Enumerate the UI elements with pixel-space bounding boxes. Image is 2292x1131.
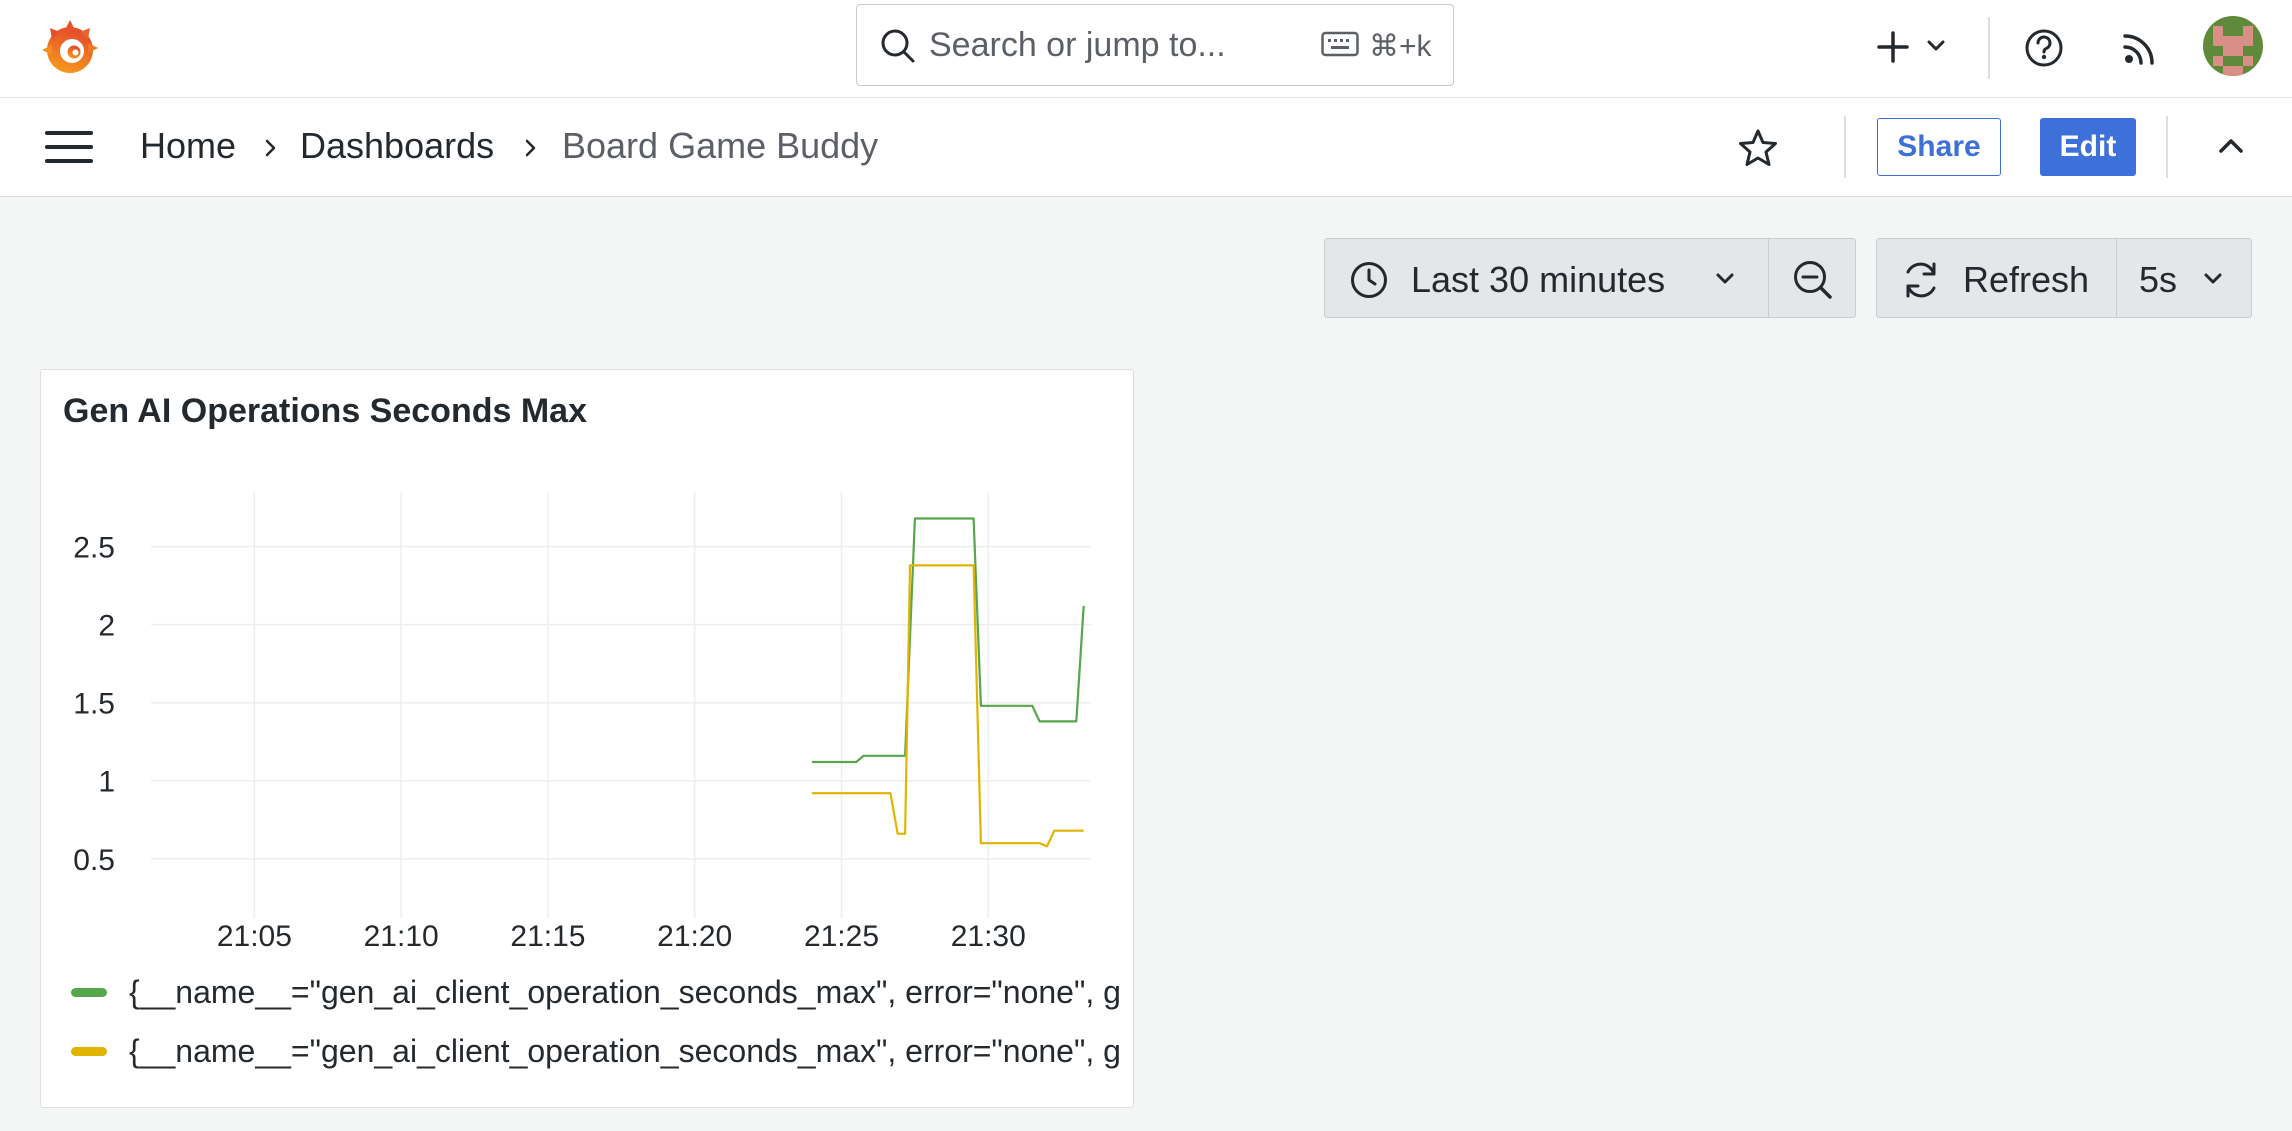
dashboard-nav-bar: Home Dashboards Board Game Buddy Share E…: [0, 98, 2292, 197]
legend-label: {__name__="gen_ai_client_operation_secon…: [129, 974, 1121, 1010]
x-tick-label: 21:05: [217, 920, 292, 953]
y-tick-label: 2: [98, 610, 115, 643]
breadcrumb-current-dashboard: Board Game Buddy: [562, 125, 879, 166]
y-tick-label: 0.5: [73, 844, 115, 877]
x-tick-label: 21:20: [657, 920, 732, 953]
y-tick-label: 1.5: [73, 688, 115, 721]
chevron-up-icon[interactable]: [2216, 134, 2246, 158]
keyboard-icon: [1321, 31, 1359, 57]
y-tick-label: 2.5: [73, 532, 115, 565]
search-placeholder: Search or jump to...: [929, 26, 1226, 64]
timeseries-panel[interactable]: Gen AI Operations Seconds Max 21:05 21:10…: [40, 369, 1134, 1108]
legend-swatch: [71, 988, 107, 997]
search-bar[interactable]: Search or jump to... ⌘+k: [856, 4, 1454, 86]
timeseries-chart[interactable]: 21:05 21:10 21:15 21:20 21:25 21:30 0.5 1 1.5 2 2.…: [41, 370, 1134, 1050]
star-favorite-icon[interactable]: [1738, 128, 1778, 168]
share-button[interactable]: Share: [1877, 118, 2001, 176]
y-tick-label: 1: [98, 766, 115, 799]
series-line: [812, 564, 1084, 848]
help-icon[interactable]: [2023, 27, 2065, 69]
legend-swatch: [71, 1047, 107, 1056]
divider: [1988, 17, 1990, 79]
chevron-down-icon[interactable]: [1924, 36, 1948, 56]
refresh-label: Refresh: [1963, 259, 2090, 300]
x-tick-label: 21:15: [510, 920, 585, 953]
menu-icon[interactable]: [44, 129, 94, 165]
x-tick-label: 21:30: [951, 920, 1026, 953]
user-avatar[interactable]: [2203, 16, 2263, 76]
clock-icon: [1351, 262, 1387, 298]
divider: [1844, 116, 1846, 178]
breadcrumb-home[interactable]: Home: [140, 125, 236, 167]
chevron-down-icon: [1716, 273, 1734, 284]
add-new-plus-icon[interactable]: [1874, 28, 1912, 66]
x-tick-label: 21:25: [804, 920, 879, 953]
refresh-interval-label: 5s: [2139, 259, 2178, 300]
chevron-down-icon: [2204, 273, 2222, 284]
search-icon: [879, 27, 917, 65]
chevron-right-icon: [260, 136, 280, 160]
time-range-label: Last 30 minutes: [1411, 259, 1666, 300]
search-shortcut: ⌘+k: [1369, 30, 1432, 63]
series-line: [812, 517, 1085, 764]
refresh-button[interactable]: Refresh: [1876, 238, 2118, 318]
rss-news-icon[interactable]: [2120, 28, 2160, 68]
legend-item[interactable]: {__name__="gen_ai_client_operation_secon…: [71, 974, 1131, 1014]
legend-label: {__name__="gen_ai_client_operation_secon…: [129, 1033, 1121, 1069]
legend-item[interactable]: {__name__="gen_ai_client_operation_secon…: [71, 1033, 1131, 1073]
divider: [2166, 116, 2168, 178]
top-bar: Search or jump to... ⌘+k: [0, 0, 2292, 98]
time-range-picker[interactable]: Last 30 minutes: [1324, 238, 1770, 318]
refresh-interval-picker[interactable]: 5s: [2116, 238, 2252, 318]
refresh-icon: [1906, 262, 1936, 298]
grafana-logo-icon[interactable]: [38, 16, 102, 80]
chevron-right-icon: [520, 136, 540, 160]
breadcrumb-dashboards[interactable]: Dashboards: [300, 125, 494, 167]
zoom-out-icon: [1794, 261, 1832, 299]
edit-button[interactable]: Edit: [2040, 118, 2136, 176]
zoom-out-button[interactable]: [1768, 238, 1856, 318]
x-tick-label: 21:10: [364, 920, 439, 953]
